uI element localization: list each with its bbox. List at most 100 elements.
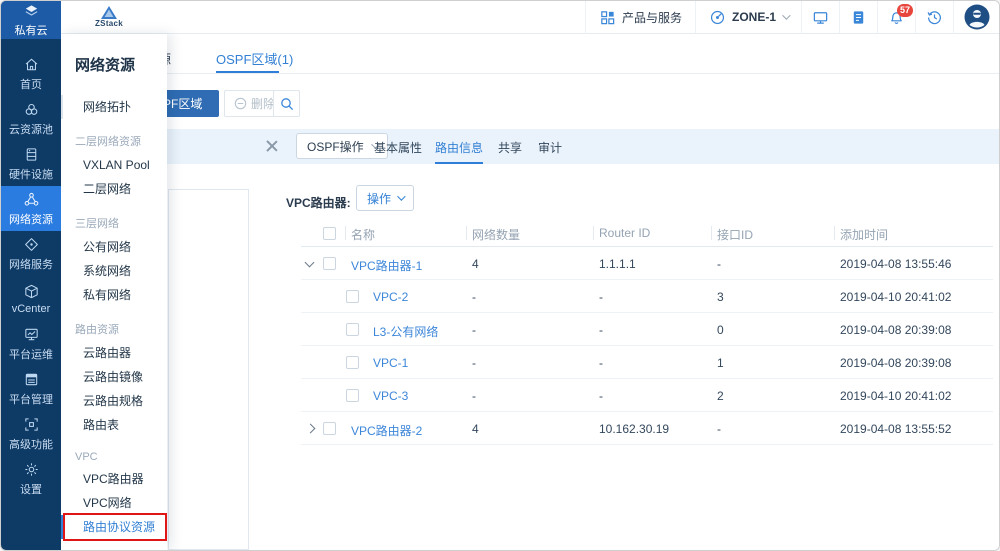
sidebar-item-platform-mgmt[interactable]: 平台管理 bbox=[1, 366, 61, 411]
private-cloud-label: 私有云 bbox=[15, 22, 48, 38]
cell-router-id: - bbox=[599, 323, 603, 337]
sidebar-item-settings[interactable]: 设置 bbox=[1, 456, 61, 501]
row-name-link[interactable]: VPC-2 bbox=[373, 290, 408, 304]
cell-interface: 3 bbox=[717, 290, 724, 304]
cell-added: 2019-04-08 13:55:52 bbox=[840, 422, 951, 436]
ospf-actions-label: OSPF操作 bbox=[307, 138, 364, 155]
menu-item-network-topology[interactable]: 网络拓扑 bbox=[61, 95, 167, 119]
row-checkbox[interactable] bbox=[346, 290, 359, 303]
zone-selector[interactable]: ZONE-1 bbox=[695, 1, 801, 33]
menu-item-routing-protocol[interactable]: 路由协议资源 bbox=[61, 515, 167, 539]
row-name-link[interactable]: VPC路由器-1 bbox=[351, 257, 422, 274]
menu-item-vpc-router[interactable]: VPC路由器 bbox=[61, 467, 167, 491]
menu-item-vrouter-offering[interactable]: 云路由规格 bbox=[61, 389, 167, 413]
tabbar-divider bbox=[61, 73, 999, 74]
chevron-down-icon bbox=[397, 192, 405, 200]
cell-networks: 4 bbox=[472, 257, 479, 271]
row-checkbox[interactable] bbox=[346, 356, 359, 369]
docs-button[interactable] bbox=[839, 1, 877, 33]
sidebar-item-label: 首页 bbox=[20, 76, 42, 92]
table-row[interactable]: VPC路由器-2 4 10.162.30.19 - 2019-04-08 13:… bbox=[301, 412, 993, 445]
delete-button-label: 删除 bbox=[251, 95, 275, 112]
sidebar-item-label: 平台管理 bbox=[9, 391, 53, 407]
cell-interface: 2 bbox=[717, 389, 724, 403]
sidebar-item-platform-ops[interactable]: 平台运维 bbox=[1, 321, 61, 366]
menu-item-public-network[interactable]: 公有网络 bbox=[61, 235, 167, 259]
sidebar-item-label: 平台运维 bbox=[9, 346, 53, 362]
chevron-right-icon[interactable] bbox=[306, 424, 316, 434]
sidebar-item-advanced[interactable]: 高级功能 bbox=[1, 411, 61, 456]
col-networks: 网络数量 bbox=[472, 226, 520, 243]
sidebar-item-label: 设置 bbox=[20, 481, 42, 497]
table-row[interactable]: VPC-2 - - 3 2019-04-10 20:41:02 bbox=[301, 280, 993, 313]
row-name-link[interactable]: VPC-1 bbox=[373, 356, 408, 370]
sidebar-item-vcenter[interactable]: vCenter bbox=[1, 276, 61, 321]
table-row[interactable]: VPC-1 - - 1 2019-04-08 20:39:08 bbox=[301, 346, 993, 379]
network-icon bbox=[23, 191, 40, 208]
sidebar-item-network-resources[interactable]: 网络资源 bbox=[1, 186, 61, 231]
notifications-button[interactable]: 57 bbox=[877, 1, 915, 33]
document-icon bbox=[850, 9, 867, 26]
tab-audit[interactable]: 审计 bbox=[538, 139, 562, 156]
server-rack-icon bbox=[23, 146, 40, 163]
menu-item-l2-network[interactable]: 二层网络 bbox=[61, 177, 167, 201]
row-checkbox[interactable] bbox=[323, 257, 336, 270]
menu-item-route-table[interactable]: 路由表 bbox=[61, 413, 167, 437]
products-services-menu[interactable]: 产品与服务 bbox=[585, 1, 695, 33]
close-icon[interactable] bbox=[264, 138, 280, 154]
row-checkbox[interactable] bbox=[346, 389, 359, 402]
sidebar-item-label: vCenter bbox=[12, 303, 51, 315]
cell-router-id: 10.162.30.19 bbox=[599, 422, 669, 436]
history-button[interactable] bbox=[915, 1, 953, 33]
row-name-link[interactable]: L3-公有网络 bbox=[373, 323, 438, 340]
ospf-list-panel[interactable] bbox=[168, 189, 249, 550]
zone-icon bbox=[709, 9, 726, 26]
cell-networks: - bbox=[472, 290, 476, 304]
menu-item-system-network[interactable]: 系统网络 bbox=[61, 259, 167, 283]
cell-interface: - bbox=[717, 257, 721, 271]
search-button[interactable] bbox=[273, 90, 300, 117]
menu-group-l3: 三层网络 bbox=[75, 215, 167, 231]
sidebar-item-home[interactable]: 首页 bbox=[1, 51, 61, 96]
cell-networks: - bbox=[472, 323, 476, 337]
tab-share[interactable]: 共享 bbox=[498, 139, 522, 156]
row-actions-dropdown[interactable]: 操作 bbox=[356, 185, 414, 211]
sidebar-item-resource-pool[interactable]: 云资源池 bbox=[1, 96, 61, 141]
menu-item-private-network[interactable]: 私有网络 bbox=[61, 283, 167, 307]
sidebar-item-label: 硬件设施 bbox=[9, 166, 53, 182]
sidebar-item-hardware[interactable]: 硬件设施 bbox=[1, 141, 61, 186]
user-menu[interactable] bbox=[953, 1, 999, 33]
row-actions-label: 操作 bbox=[367, 190, 391, 207]
row-checkbox[interactable] bbox=[346, 323, 359, 336]
table-row[interactable]: VPC-3 - - 2 2019-04-10 20:41:02 bbox=[301, 379, 993, 412]
menu-group-l2: 二层网络资源 bbox=[75, 133, 167, 149]
focus-brackets-icon bbox=[23, 416, 40, 433]
zstack-logo[interactable]: ZStack bbox=[95, 6, 123, 28]
tab-ospf-area[interactable]: OSPF区域(1) bbox=[216, 49, 293, 68]
vpc-router-label: VPC路由器: bbox=[286, 194, 351, 211]
history-clock-icon bbox=[926, 9, 943, 26]
menu-item-vxlan-pool[interactable]: VXLAN Pool bbox=[61, 153, 167, 177]
tab-basic-props[interactable]: 基本属性 bbox=[374, 139, 422, 156]
menu-item-vrouter[interactable]: 云路由器 bbox=[61, 341, 167, 365]
private-cloud-header[interactable]: 私有云 bbox=[1, 1, 61, 39]
chevron-down-icon[interactable] bbox=[305, 258, 315, 268]
cell-interface: 0 bbox=[717, 323, 724, 337]
layers-icon bbox=[23, 3, 40, 20]
col-added: 添加时间 bbox=[840, 226, 888, 243]
menu-item-vpc-network[interactable]: VPC网络 bbox=[61, 491, 167, 515]
row-name-link[interactable]: VPC-3 bbox=[373, 389, 408, 403]
active-detail-tab-underline bbox=[435, 162, 483, 164]
sidebar-item-network-services[interactable]: 网络服务 bbox=[1, 231, 61, 276]
row-name-link[interactable]: VPC路由器-2 bbox=[351, 422, 422, 439]
row-checkbox[interactable] bbox=[323, 422, 336, 435]
table-row[interactable]: VPC路由器-1 4 1.1.1.1 - 2019-04-08 13:55:46 bbox=[301, 247, 993, 280]
grid-icon bbox=[599, 9, 616, 26]
console-button[interactable] bbox=[801, 1, 839, 33]
select-all-checkbox[interactable] bbox=[323, 227, 336, 240]
tab-routing-info[interactable]: 路由信息 bbox=[435, 139, 483, 156]
pool-icon bbox=[23, 101, 40, 118]
chevron-down-icon bbox=[782, 11, 790, 19]
table-row[interactable]: L3-公有网络 - - 0 2019-04-08 20:39:08 bbox=[301, 313, 993, 346]
menu-item-vrouter-image[interactable]: 云路由镜像 bbox=[61, 365, 167, 389]
